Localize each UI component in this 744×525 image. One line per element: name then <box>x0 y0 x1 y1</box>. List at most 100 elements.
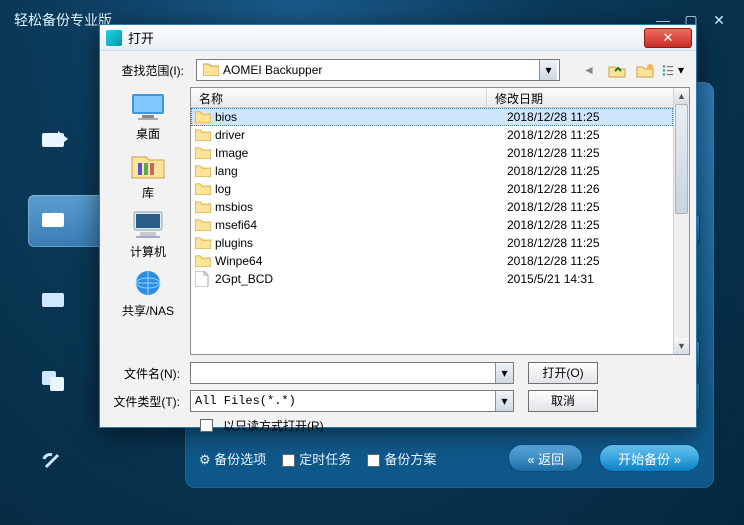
nav-icons: ◄ ▾ <box>568 60 684 80</box>
btn-back[interactable]: « 返回 <box>508 444 583 472</box>
file-row[interactable]: msefi642018/12/28 11:25 <box>191 216 673 234</box>
scroll-down-icon[interactable]: ▼ <box>674 338 689 354</box>
chevron-down-icon[interactable]: ▾ <box>495 391 513 411</box>
file-date: 2018/12/28 11:25 <box>503 254 673 268</box>
open-dialog: 打开 ✕ 查找范围(I): AOMEI Backupper ▾ ◄ ▾ 桌面库计… <box>99 24 697 428</box>
scrollbar[interactable]: ▲ ▼ <box>673 88 689 354</box>
file-date: 2018/12/28 11:25 <box>503 164 673 178</box>
file-date: 2015/5/21 14:31 <box>503 272 673 286</box>
readonly-checkbox[interactable] <box>200 419 213 432</box>
chevron-down-icon[interactable]: ▾ <box>539 60 557 80</box>
backup-icon <box>40 209 70 233</box>
file-date: 2018/12/28 11:25 <box>503 236 673 250</box>
file-date: 2018/12/28 11:26 <box>503 182 673 196</box>
open-button[interactable]: 打开(O) <box>528 362 598 384</box>
clone-icon <box>40 369 70 393</box>
col-name[interactable]: 名称 <box>191 88 487 107</box>
library-icon <box>128 148 168 182</box>
scroll-thumb[interactable] <box>675 104 688 214</box>
computer-icon <box>128 207 168 241</box>
cancel-button[interactable]: 取消 <box>528 390 598 412</box>
file-name: msefi64 <box>215 218 503 232</box>
readonly-label: 以只读方式打开(R) <box>223 417 324 434</box>
file-row[interactable]: bios2018/12/28 11:25 <box>191 108 673 126</box>
folder-icon <box>195 109 211 125</box>
nav-up-button[interactable] <box>606 60 628 80</box>
sidebar-item-tools[interactable] <box>28 435 118 487</box>
file-row[interactable]: driver2018/12/28 11:25 <box>191 126 673 144</box>
opt-options[interactable]: ⚙ 备份选项 <box>199 449 266 468</box>
bottom-bar: ⚙ 备份选项 定时任务 备份方案 « 返回 开始备份 » <box>199 440 700 476</box>
nav-newfolder-button[interactable] <box>634 60 656 80</box>
readonly-row[interactable]: 以只读方式打开(R) <box>100 417 690 434</box>
file-row[interactable]: plugins2018/12/28 11:25 <box>191 234 673 252</box>
file-name: lang <box>215 164 503 178</box>
filetype-label: 文件类型(T): <box>100 393 190 410</box>
file-row[interactable]: msbios2018/12/28 11:25 <box>191 198 673 216</box>
nav-view-button[interactable]: ▾ <box>662 60 684 80</box>
file-row[interactable]: 2Gpt_BCD2015/5/21 14:31 <box>191 270 673 288</box>
filetype-value: All Files(*.*) <box>191 394 495 408</box>
restore-icon <box>40 289 70 313</box>
filename-label: 文件名(N): <box>100 365 190 382</box>
place-network[interactable]: 共享/NAS <box>106 266 190 319</box>
lookin-value: AOMEI Backupper <box>223 63 539 77</box>
dialog-title: 打开 <box>128 28 154 47</box>
file-name: Image <box>215 146 503 160</box>
file-name: plugins <box>215 236 503 250</box>
network-icon <box>128 266 168 300</box>
file-date: 2018/12/28 11:25 <box>503 218 673 232</box>
folder-icon <box>195 181 211 197</box>
filename-field[interactable]: ▾ <box>190 362 514 384</box>
place-label: 桌面 <box>136 125 160 142</box>
place-desktop[interactable]: 桌面 <box>106 89 190 142</box>
places-bar: 桌面库计算机共享/NAS <box>106 87 190 355</box>
dialog-footer: 文件名(N): ▾ 打开(O) 文件类型(T): All Files(*.*) … <box>100 361 690 421</box>
close-button[interactable]: ✕ <box>708 9 730 31</box>
file-name: msbios <box>215 200 503 214</box>
file-row[interactable]: lang2018/12/28 11:25 <box>191 162 673 180</box>
file-name: log <box>215 182 503 196</box>
file-icon <box>195 271 211 287</box>
lookin-row: 查找范围(I): AOMEI Backupper ▾ ◄ ▾ <box>100 51 696 89</box>
place-label: 共享/NAS <box>122 302 174 319</box>
folder-icon <box>195 199 211 215</box>
place-library[interactable]: 库 <box>106 148 190 201</box>
folder-icon <box>203 62 219 78</box>
file-rows: bios2018/12/28 11:25driver2018/12/28 11:… <box>191 108 673 354</box>
place-label: 库 <box>142 184 154 201</box>
dialog-close-button[interactable]: ✕ <box>644 28 692 48</box>
tools-icon <box>40 449 70 473</box>
scroll-up-icon[interactable]: ▲ <box>674 88 689 104</box>
file-date: 2018/12/28 11:25 <box>503 110 673 124</box>
btn-start[interactable]: 开始备份 » <box>599 444 700 472</box>
opt-scheme[interactable]: 备份方案 <box>367 449 436 468</box>
file-row[interactable]: Image2018/12/28 11:25 <box>191 144 673 162</box>
filetype-field[interactable]: All Files(*.*) ▾ <box>190 390 514 412</box>
col-date[interactable]: 修改日期 <box>487 88 689 107</box>
file-list-header[interactable]: 名称 修改日期 <box>191 88 689 108</box>
app-title: 轻松备份专业版 <box>14 10 112 30</box>
opt-schedule[interactable]: 定时任务 <box>282 449 351 468</box>
lookin-combo[interactable]: AOMEI Backupper ▾ <box>196 59 560 81</box>
file-row[interactable]: Winpe642018/12/28 11:25 <box>191 252 673 270</box>
file-name: driver <box>215 128 503 142</box>
folder-icon <box>195 127 211 143</box>
dialog-titlebar[interactable]: 打开 ✕ <box>100 25 696 51</box>
nav-back-button[interactable]: ◄ <box>578 60 600 80</box>
place-computer[interactable]: 计算机 <box>106 207 190 260</box>
home-icon <box>40 129 70 153</box>
place-label: 计算机 <box>130 243 166 260</box>
folder-icon <box>195 217 211 233</box>
folder-icon <box>195 253 211 269</box>
folder-icon <box>195 163 211 179</box>
chevron-down-icon[interactable]: ▾ <box>495 363 513 383</box>
file-list: 名称 修改日期 bios2018/12/28 11:25driver2018/1… <box>190 87 690 355</box>
desktop-icon <box>128 89 168 123</box>
file-row[interactable]: log2018/12/28 11:26 <box>191 180 673 198</box>
dialog-app-icon <box>106 30 122 46</box>
file-date: 2018/12/28 11:25 <box>503 146 673 160</box>
folder-icon <box>195 145 211 161</box>
folder-icon <box>195 235 211 251</box>
file-date: 2018/12/28 11:25 <box>503 128 673 142</box>
